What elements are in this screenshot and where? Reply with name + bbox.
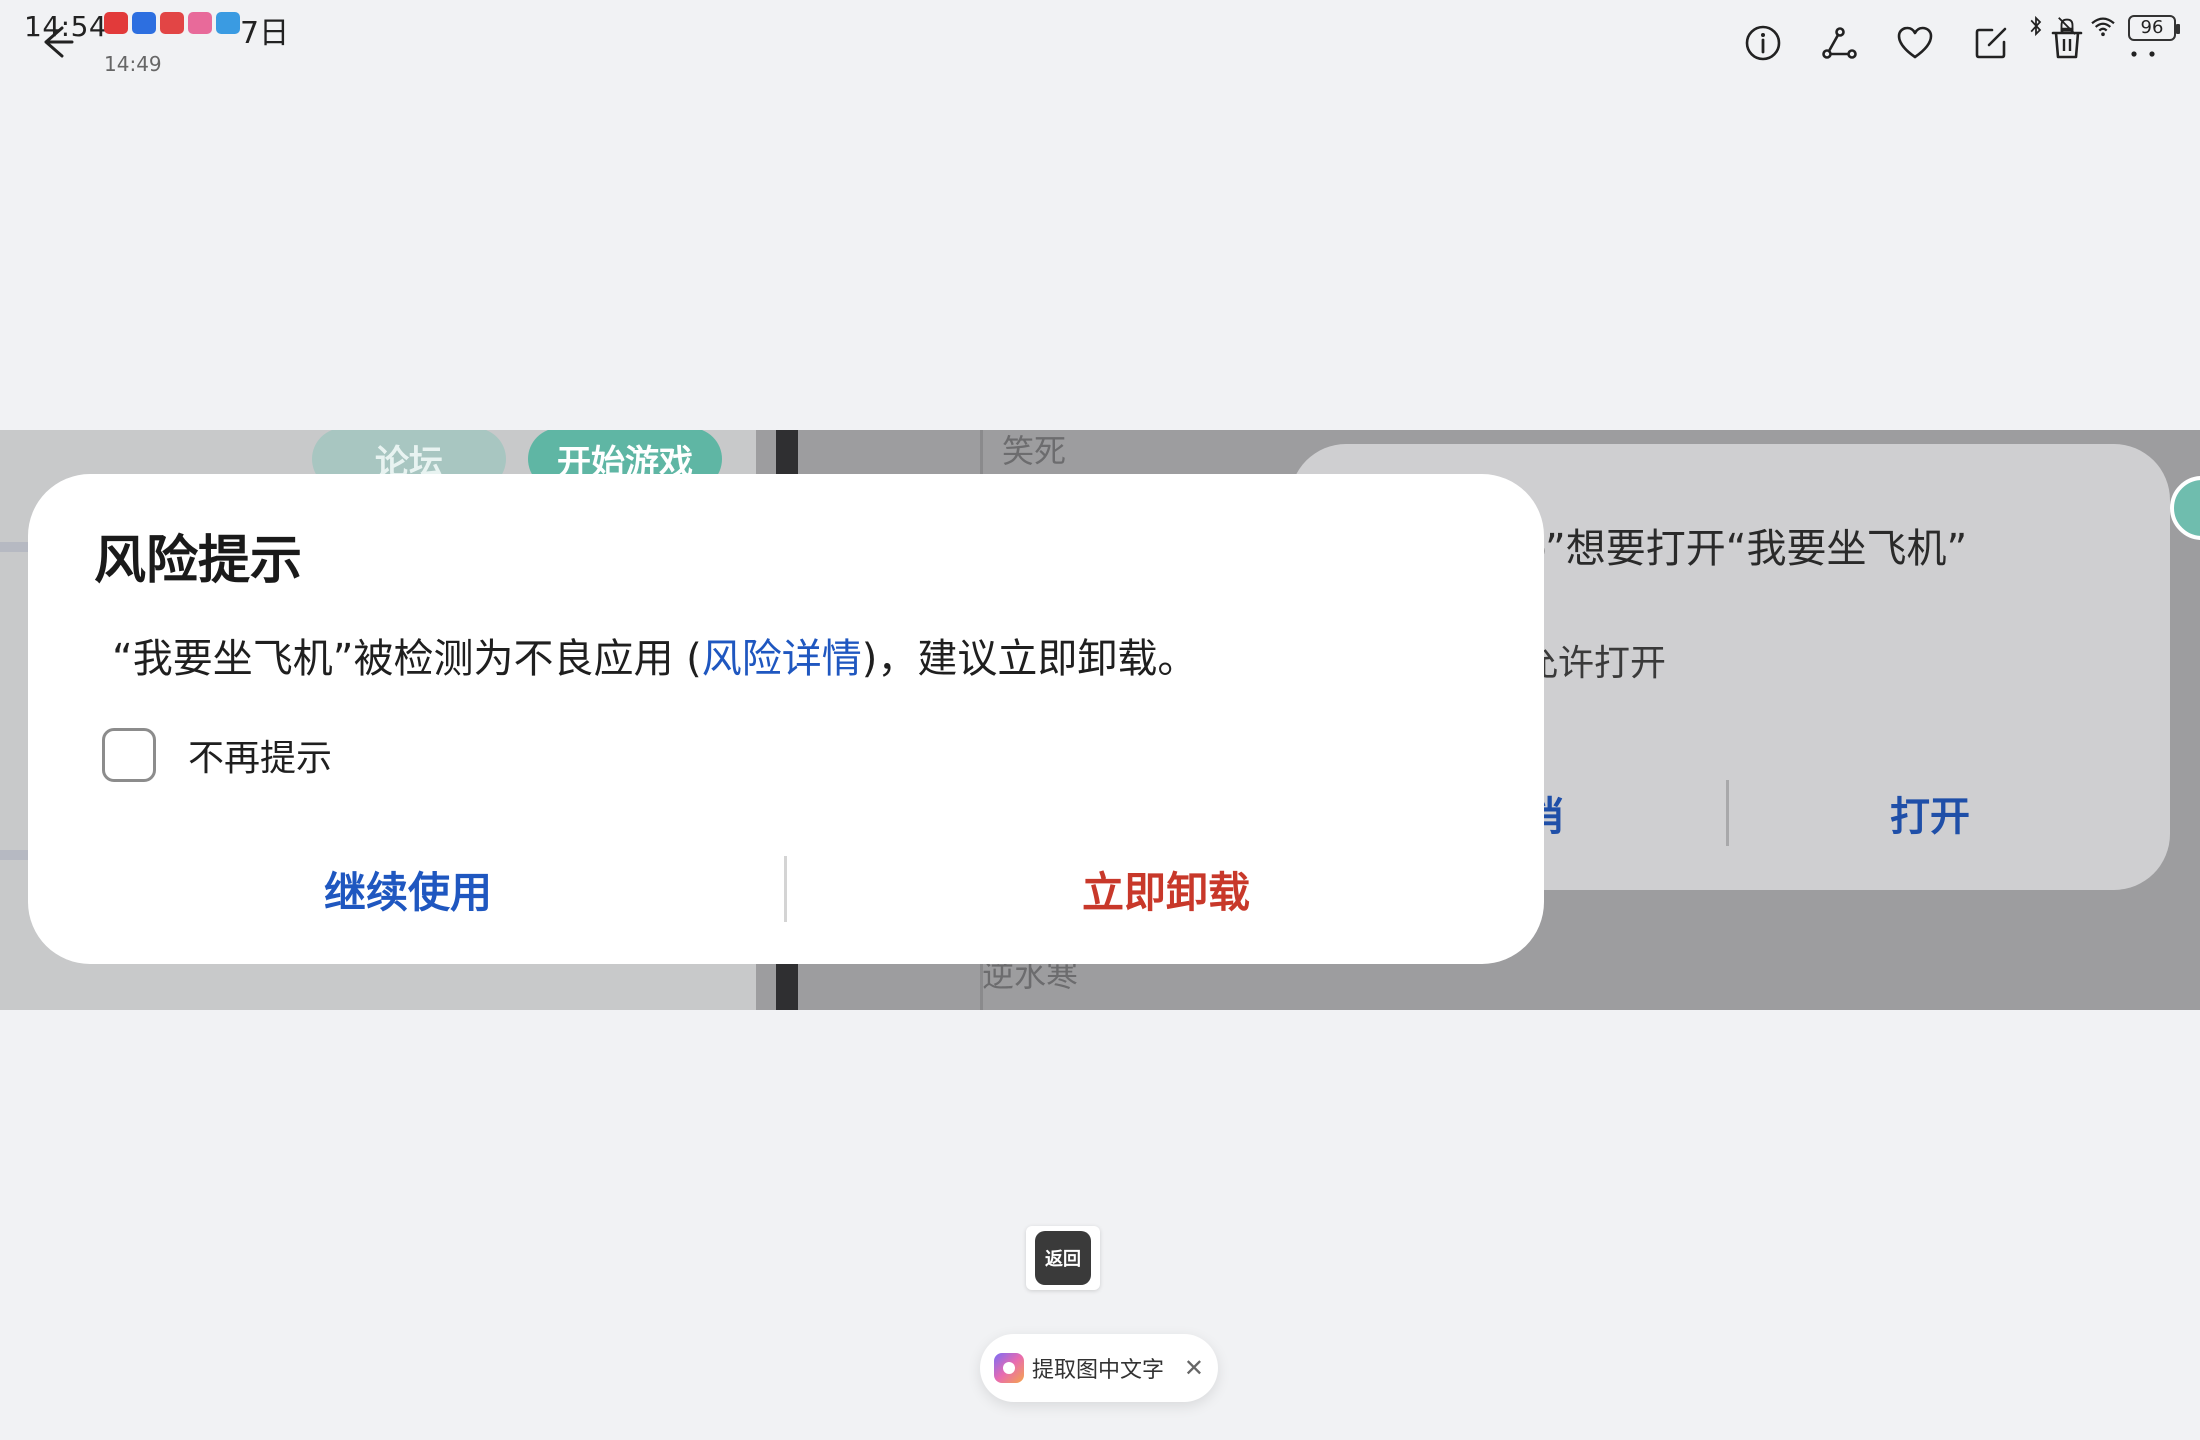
status-date: 7日 [240, 16, 290, 51]
screenshot-thumbnail[interactable]: 返回 [1026, 1226, 1100, 1290]
edit-icon[interactable] [1970, 22, 2012, 64]
open-app-open-button: 打开 [1890, 794, 1970, 840]
close-icon[interactable]: ✕ [1184, 1354, 1204, 1382]
notification-icon [160, 12, 184, 34]
open-app-title: o”想要打开“我要坐飞机” [1522, 526, 1968, 572]
mute-bell-icon [2056, 15, 2078, 41]
wifi-icon [2090, 15, 2116, 41]
avatar [2170, 476, 2200, 540]
dont-remind-checkbox[interactable] [102, 728, 156, 782]
notification-icons [104, 12, 240, 34]
continue-use-button[interactable]: 继续使用 [28, 844, 788, 934]
photo-time: 14:49 [104, 52, 162, 76]
info-icon[interactable] [1742, 22, 1784, 64]
share-icon[interactable] [1818, 22, 1860, 64]
message-text: “我要坐飞机”被检测为不良应用 ( [112, 636, 702, 682]
bluetooth-icon [2028, 14, 2044, 42]
notification-icon [216, 12, 240, 34]
message-text: )，建议立即卸载。 [861, 636, 1198, 682]
extract-text-label: 提取图中文字 [1032, 1358, 1165, 1383]
system-status-icons: 96 [2028, 14, 2180, 42]
back-arrow-icon[interactable] [36, 22, 76, 62]
dialog-message: “我要坐飞机”被检测为不良应用 (风险详情)，建议立即卸载。 [112, 626, 1197, 684]
background-text: 笑死 [1002, 432, 1067, 470]
notification-icon [104, 12, 128, 34]
button-separator [1726, 780, 1729, 846]
notification-icon [132, 12, 156, 34]
button-separator [784, 856, 787, 922]
ocr-icon [994, 1353, 1024, 1383]
extract-text-button[interactable]: 提取图中文字 ✕ [980, 1334, 1218, 1402]
risk-warning-dialog: 风险提示 “我要坐飞机”被检测为不良应用 (风险详情)，建议立即卸载。 不再提示… [28, 474, 1544, 964]
risk-details-link[interactable]: 风险详情 [702, 636, 862, 682]
dont-remind-label: 不再提示 [188, 738, 333, 779]
dont-remind-row[interactable]: 不再提示 [102, 728, 332, 782]
uninstall-now-button[interactable]: 立即卸载 [788, 844, 1544, 934]
dialog-actions: 继续使用 立即卸载 [28, 844, 1544, 934]
notification-icon [188, 12, 212, 34]
dialog-title: 风险提示 [94, 531, 303, 591]
heart-icon[interactable] [1894, 22, 1936, 64]
battery-indicator: 96 [2128, 15, 2180, 41]
thumbnail-label: 返回 [1035, 1231, 1091, 1285]
